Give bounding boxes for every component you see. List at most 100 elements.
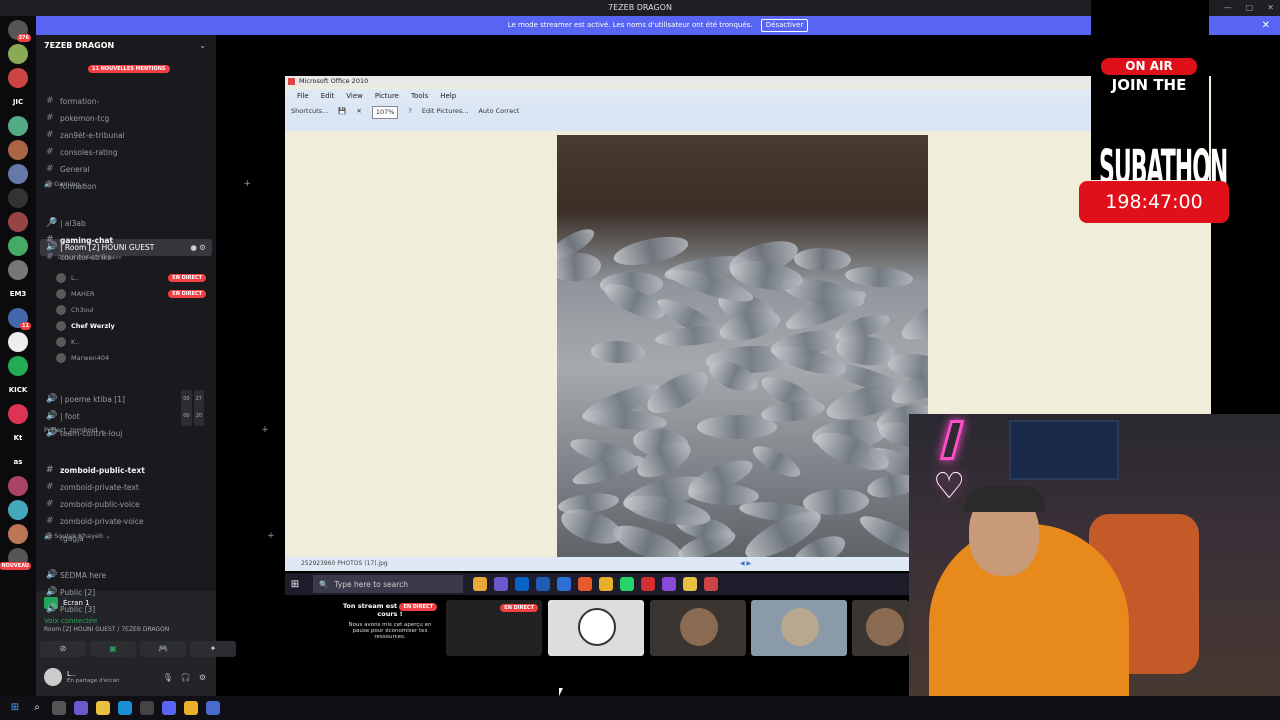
shortcuts-button[interactable]: Shortcuts... — [291, 103, 328, 119]
banner-close-icon[interactable]: ✕ — [1262, 16, 1270, 35]
edit-pictures-button[interactable]: Edit Pictures... — [422, 103, 469, 119]
voice-channel-path[interactable]: Room [2] HOUNI GUEST / 7EZEB DRAGON — [44, 626, 169, 633]
current-user[interactable]: L.. En partage d'écran 🎙 🎧 ⚙ — [40, 663, 212, 691]
server-icon[interactable]: JIC — [8, 92, 28, 112]
channel-soutek[interactable]: 🔊 Public [3] — [40, 601, 212, 618]
channel-zomboid[interactable]: # zomboid-public-voice — [40, 496, 212, 513]
server-icon[interactable] — [8, 116, 28, 136]
chrome-icon[interactable] — [184, 701, 198, 715]
server-icon[interactable]: as — [8, 452, 28, 472]
participant-tile[interactable] — [751, 600, 847, 656]
own-stream-tile[interactable]: EN DIRECT — [446, 600, 542, 656]
voice-user[interactable]: K.. — [56, 334, 212, 350]
channel-top[interactable]: # pokemon-tcg — [40, 110, 212, 127]
channel-soutek[interactable]: 🔊 SEDMA here — [40, 567, 212, 584]
folder-icon[interactable] — [683, 577, 697, 591]
app-icon[interactable] — [557, 577, 571, 591]
picture-manager-icon[interactable] — [704, 577, 718, 591]
auto-correct-button[interactable]: Auto Correct — [478, 103, 519, 119]
copilot-icon[interactable] — [74, 701, 88, 715]
server-icon[interactable] — [8, 212, 28, 232]
gear-icon[interactable]: ⚙ — [199, 673, 206, 682]
taskbar-search[interactable]: 🔍 Type here to search — [313, 575, 463, 593]
channel-gaming[interactable]: # counter-strike — [40, 249, 212, 266]
app-icon[interactable] — [662, 577, 676, 591]
discord-icon[interactable] — [162, 701, 176, 715]
close-button[interactable]: ✕ — [1267, 0, 1274, 16]
voice-user[interactable]: Chef Werzly — [56, 318, 212, 334]
server-icon[interactable]: EM3 — [8, 284, 28, 304]
server-icon[interactable] — [8, 500, 28, 520]
server-icon[interactable] — [8, 236, 28, 256]
channel-zomboid[interactable]: # rgagja — [40, 530, 212, 547]
channel-zomboid[interactable]: # zomboid-private-text — [40, 479, 212, 496]
channel-soutek[interactable]: 🔊 Public [2] — [40, 584, 212, 601]
task-view-icon[interactable] — [52, 701, 66, 715]
server-icon[interactable] — [8, 404, 28, 424]
menu-tools[interactable]: Tools — [411, 89, 428, 103]
activity-icon[interactable]: 🎮 — [140, 641, 186, 657]
server-icon[interactable] — [8, 524, 28, 544]
channel-top[interactable]: # zan9èt-e-tribunal — [40, 127, 212, 144]
participant-tile[interactable] — [650, 600, 746, 656]
search-icon[interactable]: ⌕ — [30, 701, 44, 715]
server-icon[interactable] — [8, 140, 28, 160]
save-icon[interactable]: 💾 — [338, 103, 346, 119]
edge-icon[interactable] — [118, 701, 132, 715]
word-icon[interactable] — [536, 577, 550, 591]
server-icon[interactable] — [8, 260, 28, 280]
server-icon[interactable] — [8, 44, 28, 64]
calculator-icon[interactable] — [473, 577, 487, 591]
image-nav-arrows[interactable]: ◀ ▶ — [740, 557, 751, 571]
server-icon[interactable]: 376 — [8, 20, 31, 42]
share-screen-icon[interactable]: ▣ — [90, 641, 136, 657]
add-channel-icon[interactable]: + — [244, 179, 252, 189]
server-icon[interactable] — [8, 164, 28, 184]
add-channel-icon[interactable]: + — [267, 531, 275, 541]
camera-off-icon[interactable]: ⊘ — [40, 641, 86, 657]
participant-tile[interactable] — [852, 600, 909, 656]
voice-user[interactable]: L.. EN DIRECT — [56, 270, 212, 286]
channel-top[interactable]: # formation- — [40, 93, 212, 110]
voice-user[interactable]: Marwen404 — [56, 350, 212, 366]
zoom-select[interactable]: 107% — [371, 106, 399, 119]
app-icon[interactable] — [140, 701, 154, 715]
add-channel-icon[interactable]: + — [261, 425, 269, 435]
server-icon[interactable] — [8, 188, 28, 208]
channel-gaming[interactable]: 🔎 | al3ab — [40, 215, 212, 232]
acrobat-icon[interactable] — [641, 577, 655, 591]
brave-icon[interactable] — [578, 577, 592, 591]
channel-voice2[interactable]: 🔊 | poeme ktiba [1] 00 27 — [40, 390, 212, 409]
channel-zomboid[interactable]: # zomboid-private-voice — [40, 513, 212, 530]
channel-zomboid[interactable]: # zomboid-public-text — [40, 462, 212, 479]
microphone-icon[interactable]: 🎙 — [163, 673, 173, 682]
server-icon[interactable]: NOUVEAU — [0, 548, 31, 570]
server-header[interactable]: 7EZEB DRAGON ⌄ — [36, 35, 216, 57]
disable-streamer-button[interactable]: Désactiver — [760, 19, 809, 32]
mentions-badge[interactable]: 11 NOUVELLES MENTIONS — [88, 65, 170, 73]
help-icon[interactable]: ? — [408, 103, 411, 119]
chrome-icon[interactable] — [599, 577, 613, 591]
server-icon[interactable]: Kt — [8, 428, 28, 448]
channel-top[interactable]: # consoles-rating — [40, 144, 212, 161]
menu-edit[interactable]: Edit — [321, 89, 335, 103]
windows-start-icon[interactable]: ⊞ — [8, 701, 22, 715]
menu-file[interactable]: File — [297, 89, 309, 103]
app-icon[interactable] — [206, 701, 220, 715]
voice-user[interactable]: Ch3oul — [56, 302, 212, 318]
server-icon[interactable] — [8, 332, 28, 352]
server-icon[interactable]: KICK — [8, 380, 28, 400]
channel-voice2[interactable]: 🔊 team-contre-louj — [40, 425, 212, 442]
channel-gaming[interactable]: # gaming-chat — [40, 232, 212, 249]
maximize-button[interactable]: ▢ — [1246, 0, 1254, 16]
server-icon[interactable] — [8, 476, 28, 496]
outlook-icon[interactable] — [515, 577, 529, 591]
channel-top[interactable]: # General — [40, 161, 212, 178]
folder-icon[interactable] — [96, 701, 110, 715]
delete-icon[interactable]: ✕ — [356, 103, 361, 119]
server-icon[interactable] — [8, 68, 28, 88]
windows-start-icon[interactable]: ⊞ — [285, 579, 305, 590]
server-icon[interactable] — [8, 356, 28, 376]
server-icon[interactable]: 11 — [8, 308, 31, 330]
voice-user[interactable]: MAHER EN DIRECT — [56, 286, 212, 302]
